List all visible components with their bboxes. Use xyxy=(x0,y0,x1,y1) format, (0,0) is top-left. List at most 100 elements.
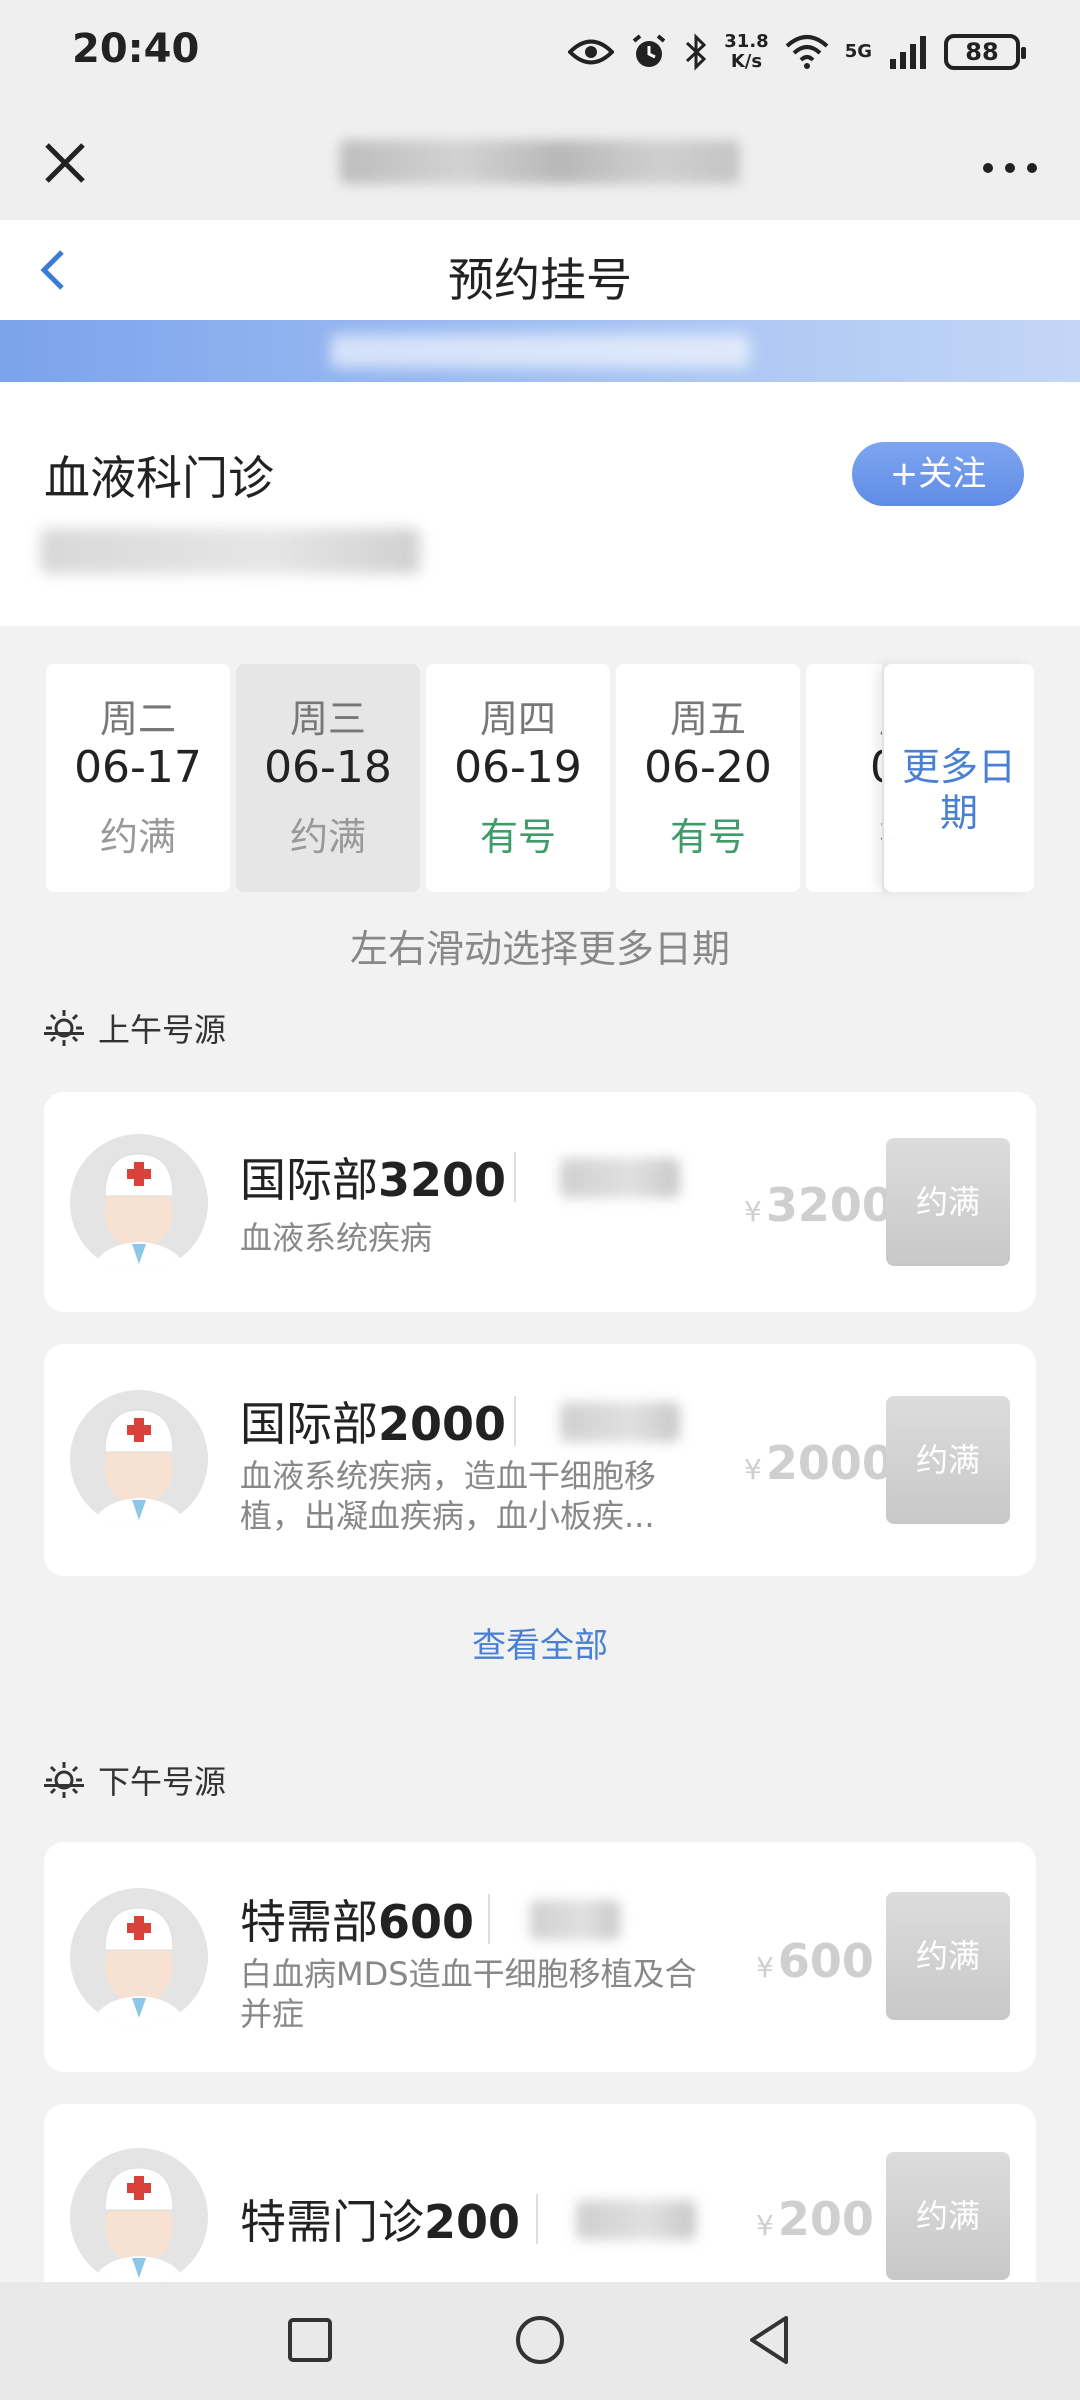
date-card[interactable]: 周四 06-19 有号 xyxy=(426,664,610,892)
alarm-icon xyxy=(632,34,666,67)
currency-symbol: ¥ xyxy=(756,2209,774,2242)
name-divider xyxy=(514,1152,516,1202)
eye-icon xyxy=(568,39,615,65)
date-selector[interactable]: 周二 06-17 约满 周三 06-18 约满 周四 06-19 有号 周五 0… xyxy=(0,626,1080,896)
book-button-full[interactable]: 约满 xyxy=(886,2152,1010,2280)
doctor-name: 国际部3200 xyxy=(240,1144,506,1210)
currency-symbol: ¥ xyxy=(756,1951,774,1984)
notice-banner[interactable] xyxy=(0,320,1080,382)
doctor-card[interactable]: 特需门诊200 ¥200 约满 xyxy=(44,2104,1036,2304)
doctor-price: ¥3200 xyxy=(744,1178,894,1232)
swipe-hint: 左右滑动选择更多日期 xyxy=(349,927,730,971)
doctor-card[interactable]: 国际部3200 血液系统疾病 ¥3200 约满 xyxy=(44,1092,1036,1312)
price-value: 3200 xyxy=(765,1178,894,1232)
page-header: 预约挂号 xyxy=(0,220,1080,320)
date-status: 有号 xyxy=(669,815,746,859)
department-info: 血液科门诊 +关注 xyxy=(0,382,1080,626)
department-name: 血液科门诊 xyxy=(44,451,274,505)
doctor-name: 国际部2000 xyxy=(240,1388,506,1454)
date-day: 06-17 xyxy=(74,742,202,793)
page-title: 预约挂号 xyxy=(448,253,632,307)
doctor-name-number: 600 xyxy=(378,1895,475,1949)
doctor-title-blurred xyxy=(530,1900,620,1940)
date-weekday: 周五 xyxy=(669,697,746,741)
doctor-card[interactable]: 国际部2000 血液系统疾病，造血干细胞移植，出凝血疾病，血小板疾... ¥20… xyxy=(44,1344,1036,1576)
more-dates-button[interactable]: 更多日期 xyxy=(884,664,1034,892)
doctor-name-prefix: 特需门诊 xyxy=(240,2195,424,2249)
doctor-name: 特需部600 xyxy=(240,1886,474,1952)
net-speed-value: 31.8 xyxy=(724,31,769,52)
doctor-price: ¥200 xyxy=(756,2192,874,2246)
doctor-card[interactable]: 特需部600 白血病MDS造血干细胞移植及合并症 ¥600 约满 xyxy=(44,1842,1036,2072)
view-all-link[interactable]: 查看全部 xyxy=(0,1618,1080,1667)
afternoon-section-label: 下午号源 xyxy=(44,1758,226,1802)
date-day: 06 xyxy=(806,742,882,802)
book-button-full[interactable]: 约满 xyxy=(886,1892,1010,2020)
notice-banner-blurred-text xyxy=(330,334,750,368)
date-status: 有号 xyxy=(479,815,556,859)
doctor-name-number: 3200 xyxy=(378,1153,507,1207)
status-bar: 20:40 31.8 K/s 5G 88 xyxy=(0,0,1080,104)
book-button-full[interactable]: 约满 xyxy=(886,1396,1010,1524)
net-speed-unit: K/s xyxy=(730,51,763,72)
back-nav-icon[interactable] xyxy=(740,2310,800,2370)
doctor-avatar xyxy=(70,2148,208,2286)
morning-section-label: 上午号源 xyxy=(44,1006,226,1050)
doctor-specialty: 血液系统疾病 xyxy=(240,1219,433,1257)
doctor-name-prefix: 特需部 xyxy=(240,1895,378,1949)
sun-icon xyxy=(44,1010,84,1046)
doctor-title-blurred xyxy=(560,1158,680,1198)
price-value: 600 xyxy=(777,1934,874,1988)
date-card[interactable]: 周五 06-20 有号 xyxy=(616,664,800,892)
name-divider xyxy=(514,1396,516,1446)
date-day: 06-20 xyxy=(644,742,772,793)
more-options-button[interactable] xyxy=(970,128,1050,198)
date-card[interactable]: 周 06 有 xyxy=(806,664,882,892)
close-icon xyxy=(45,143,85,183)
doctor-title-blurred xyxy=(576,2200,696,2240)
network-type: 5G xyxy=(844,41,872,62)
date-weekday: 周四 xyxy=(479,697,556,741)
wifi-icon xyxy=(785,35,829,69)
book-button-full[interactable]: 约满 xyxy=(886,1138,1010,1266)
net-speed: 31.8 K/s xyxy=(724,32,768,72)
date-status: 约满 xyxy=(289,815,366,859)
follow-button[interactable]: +关注 xyxy=(852,442,1024,506)
doctor-avatar xyxy=(70,1134,208,1272)
doctor-avatar xyxy=(70,1888,208,2026)
doctor-avatar-icon xyxy=(90,2167,188,2286)
doctor-price: ¥2000 xyxy=(744,1436,894,1490)
price-value: 2000 xyxy=(765,1436,894,1490)
more-icon xyxy=(983,163,1037,173)
currency-symbol: ¥ xyxy=(744,1453,762,1486)
date-status: 有 xyxy=(806,806,882,859)
date-card-selected[interactable]: 周三 06-18 约满 xyxy=(236,664,420,892)
status-icons: 31.8 K/s 5G 88 xyxy=(568,24,1026,80)
app-title-blurred xyxy=(340,140,740,184)
currency-symbol: ¥ xyxy=(744,1195,762,1228)
date-card[interactable]: 周二 06-17 约满 xyxy=(46,664,230,892)
status-time: 20:40 xyxy=(72,26,200,72)
afternoon-label-text: 下午号源 xyxy=(98,1763,227,1801)
date-weekday: 周二 xyxy=(99,697,176,741)
name-divider xyxy=(536,2194,538,2244)
close-button[interactable] xyxy=(30,128,100,198)
date-status: 约满 xyxy=(99,815,176,859)
app-top-bar xyxy=(0,104,1080,220)
date-day: 06-19 xyxy=(454,742,582,793)
doctor-avatar xyxy=(70,1390,208,1528)
morning-label-text: 上午号源 xyxy=(98,1011,227,1049)
battery-icon: 88 xyxy=(944,34,1026,70)
doctor-avatar-icon xyxy=(90,1153,188,1272)
sun-icon xyxy=(44,1762,84,1798)
recents-icon[interactable] xyxy=(280,2310,340,2370)
doctor-name-number: 2000 xyxy=(378,1397,507,1451)
home-icon[interactable] xyxy=(510,2310,570,2370)
date-weekday: 周 xyxy=(806,688,882,741)
date-card-partial[interactable]: 周 06 有 xyxy=(806,664,882,892)
doctor-name-prefix: 国际部 xyxy=(240,1153,378,1207)
department-subtitle-blurred xyxy=(40,528,420,574)
signal-icon xyxy=(890,36,926,69)
bluetooth-icon xyxy=(686,33,707,71)
doctor-title-blurred xyxy=(560,1402,680,1442)
